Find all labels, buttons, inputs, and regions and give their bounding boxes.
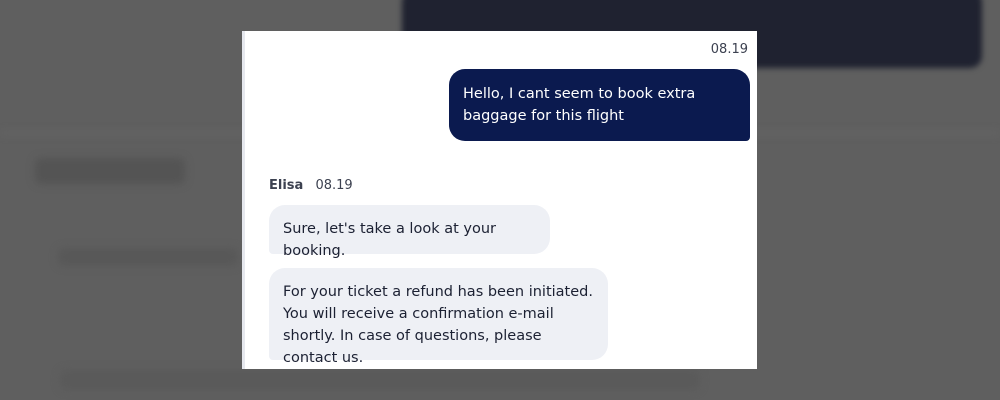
- agent-message-text: Sure, let's take a look at your booking.: [283, 221, 496, 259]
- background-heading: [35, 158, 185, 184]
- agent-message-header: Elisa 08.19: [269, 178, 353, 193]
- background-text: [58, 248, 238, 266]
- background-text: [60, 370, 700, 390]
- agent-message-bubble: For your ticket a refund has been initia…: [269, 268, 608, 366]
- user-message-text: Hello, I cant seem to book extra baggage…: [463, 86, 696, 124]
- user-message-timestamp: 08.19: [710, 42, 748, 57]
- agent-message-timestamp: 08.19: [315, 178, 353, 193]
- agent-name: Elisa: [269, 178, 304, 193]
- user-message-bubble: Hello, I cant seem to book extra baggage…: [449, 69, 750, 141]
- agent-message-text: For your ticket a refund has been initia…: [283, 284, 593, 366]
- agent-message-bubble: Sure, let's take a look at your booking.: [269, 205, 550, 259]
- chat-panel: 08.19 Hello, I cant seem to book extra b…: [242, 31, 757, 369]
